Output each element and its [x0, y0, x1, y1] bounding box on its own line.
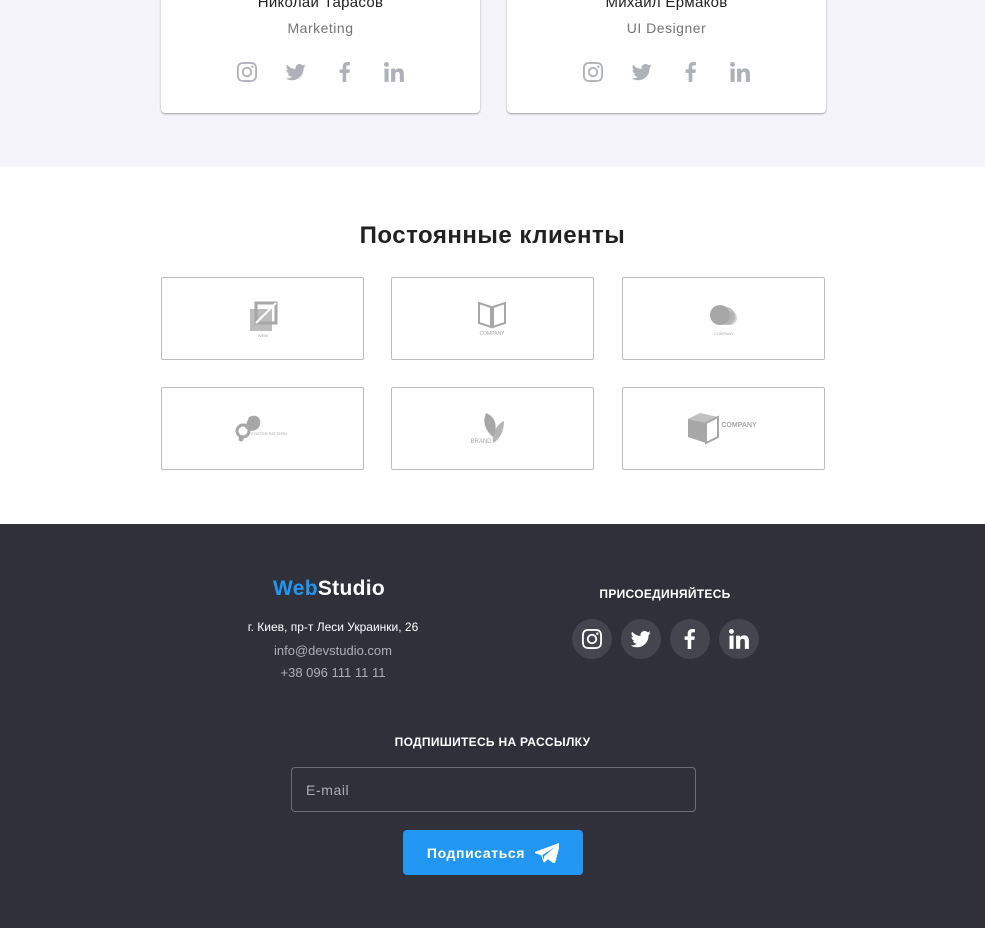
- email-input[interactable]: [291, 767, 696, 812]
- subscribe-button-label: Подписаться: [426, 844, 526, 861]
- logo-caption: WEBI: [257, 333, 267, 338]
- logo-caption: COMPANY: [479, 331, 505, 337]
- logo-caption: BRAND: [470, 439, 492, 445]
- logo-caption: COMPANY: [714, 331, 734, 336]
- client-logo-card[interactable]: BRAND: [391, 387, 594, 470]
- footer-logo[interactable]: WebStudio: [273, 577, 385, 601]
- team-section: Николай Тарасов Marketing Михаил Ермаков…: [0, 0, 985, 167]
- subscribe-button[interactable]: Подписаться: [403, 830, 583, 875]
- instagram-icon[interactable]: [572, 619, 612, 659]
- footer-socials: [572, 619, 759, 659]
- instagram-icon[interactable]: [579, 60, 607, 84]
- facebook-icon[interactable]: [670, 619, 710, 659]
- cube-logo-icon: COMPANY: [687, 412, 757, 445]
- member-role: Marketing: [287, 20, 354, 36]
- footer-address[interactable]: г. Киев, пр-т Леси Украинки, 26: [232, 620, 434, 634]
- logo-accent: Web: [273, 577, 318, 600]
- send-icon: [535, 842, 560, 863]
- member-name: Николай Тарасов: [257, 0, 384, 11]
- squares-logo-icon: WEBI: [249, 301, 277, 338]
- twitter-icon[interactable]: [628, 60, 656, 84]
- client-logo-card[interactable]: WEBI: [161, 277, 364, 360]
- clients-section: Постоянные клиенты WEBI COMPANY COMPANY: [0, 167, 985, 524]
- member-socials: [507, 60, 826, 84]
- footer-email[interactable]: info@devstudio.com: [232, 643, 434, 658]
- client-logo-card[interactable]: POSTER PATTERN: [161, 387, 364, 470]
- footer-phone[interactable]: +38 096 111 11 11: [232, 665, 434, 680]
- member-name: Михаил Ермаков: [605, 0, 728, 11]
- team-card: Николай Тарасов Marketing: [161, 0, 480, 113]
- logo-rest: Studio: [317, 577, 385, 600]
- team-card: Михаил Ермаков UI Designer: [507, 0, 826, 113]
- leaf-circles-logo-icon: COMPANY: [709, 304, 737, 336]
- linkedin-icon[interactable]: [380, 60, 408, 84]
- book-logo-icon: COMPANY: [477, 301, 506, 337]
- member-socials: [161, 60, 480, 84]
- client-logo-card[interactable]: COMPANY: [622, 277, 825, 360]
- facebook-icon[interactable]: [331, 60, 359, 84]
- brand-leaf-logo-icon: BRAND: [470, 412, 504, 445]
- clients-title: Постоянные клиенты: [359, 222, 626, 249]
- twitter-icon[interactable]: [282, 60, 310, 84]
- logo-caption: POSTER PATTERN: [251, 431, 287, 436]
- facebook-icon[interactable]: [677, 60, 705, 84]
- instagram-icon[interactable]: [233, 60, 261, 84]
- twitter-icon[interactable]: [621, 619, 661, 659]
- logo-caption: COMPANY: [721, 422, 757, 429]
- linkedin-icon[interactable]: [726, 60, 754, 84]
- poster-logo-icon: POSTER PATTERN: [235, 415, 287, 441]
- linkedin-icon[interactable]: [719, 619, 759, 659]
- join-title: ПРИСОЕДИНЯЙТЕСЬ: [599, 587, 731, 601]
- client-logo-card[interactable]: COMPANY: [391, 277, 594, 360]
- client-logo-card[interactable]: COMPANY: [622, 387, 825, 470]
- footer: WebStudio г. Киев, пр-т Леси Украинки, 2…: [0, 524, 985, 928]
- member-role: UI Designer: [626, 20, 707, 36]
- subscribe-title: ПОДПИШИТЕСЬ НА РАССЫЛКУ: [394, 735, 591, 749]
